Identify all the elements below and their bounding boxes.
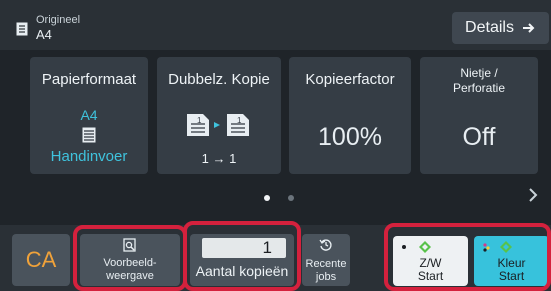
original-size: A4 — [36, 27, 52, 42]
copy-ratio-tile[interactable]: Kopieerfactor 100% — [289, 57, 411, 174]
staple-title-line2: Perforatie — [452, 81, 506, 95]
duplex-copy-icon: 1 1 — [187, 114, 249, 136]
svg-text:1: 1 — [237, 116, 242, 125]
paper-source-value: Handinvoer — [50, 148, 128, 165]
clear-all-button[interactable]: CA — [12, 234, 70, 286]
details-label: Details — [465, 19, 514, 36]
duplex-copy-tile[interactable]: Dubbelz. Kopie 1 1 1 → 1 — [157, 57, 281, 174]
recent-label-line2: jobs — [315, 271, 337, 283]
copy-ratio-value: 100% — [318, 123, 382, 151]
highlight-copies — [183, 221, 301, 291]
staple-title-line1: Nietje / — [460, 66, 498, 80]
arrow-right-icon — [522, 23, 535, 33]
clear-all-label: CA — [25, 247, 57, 272]
document-icon — [16, 22, 28, 36]
chevron-right-icon[interactable] — [527, 187, 539, 203]
details-button[interactable]: Details — [452, 12, 549, 44]
highlight-start — [384, 223, 551, 291]
history-icon — [319, 239, 332, 251]
svg-text:1: 1 — [197, 116, 202, 125]
highlight-preview — [73, 225, 187, 291]
original-caption: Origineel — [36, 14, 81, 26]
paper-size-tile[interactable]: Papierformaat A4 Handinvoer — [30, 57, 148, 174]
staple-value: Off — [462, 123, 496, 151]
duplex-copy-title: Dubbelz. Kopie — [168, 71, 270, 88]
page-dot[interactable] — [288, 195, 294, 201]
duplex-mode-value: 1 → 1 — [201, 151, 237, 166]
paper-stack-icon — [82, 127, 96, 143]
paper-size-title: Papierformaat — [41, 71, 137, 88]
paper-size-value: A4 — [80, 107, 98, 123]
copy-ratio-title: Kopieerfactor — [305, 71, 395, 88]
staple-punch-tile[interactable]: Nietje / Perforatie Off — [420, 57, 538, 174]
recent-label-line1: Recente — [305, 258, 347, 270]
recent-jobs-button[interactable]: Recente jobs — [302, 234, 350, 286]
page-dot-active[interactable] — [264, 195, 270, 201]
